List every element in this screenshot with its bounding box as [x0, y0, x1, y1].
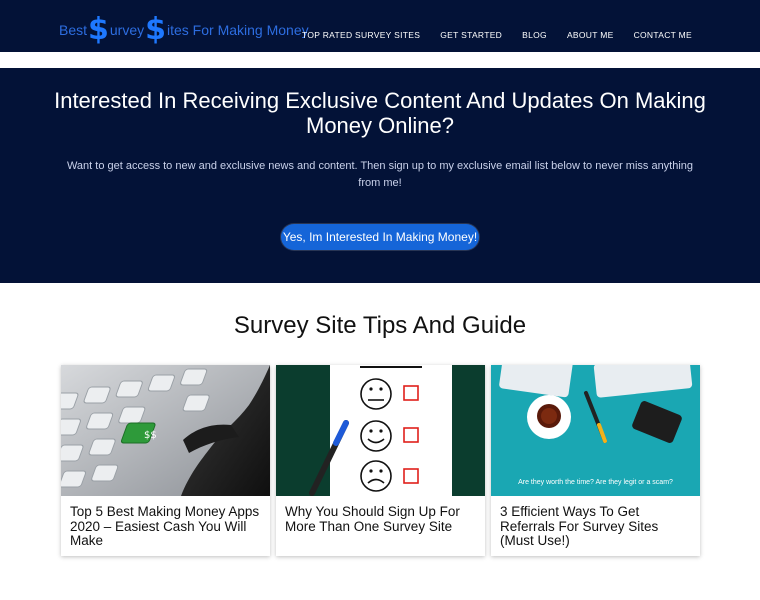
main-nav: TOP RATED SURVEY SITES GET STARTED BLOG …	[302, 30, 760, 40]
logo-dollar-icon-2: $	[145, 12, 166, 47]
nav-top-rated-survey-sites[interactable]: TOP RATED SURVEY SITES	[302, 30, 420, 40]
post-title[interactable]: 3 Efficient Ways To Get Referrals For Su…	[500, 504, 694, 549]
nav-contact-me[interactable]: CONTACT ME	[634, 30, 692, 40]
nav-about-me[interactable]: ABOUT ME	[567, 30, 614, 40]
thumbnail-caption: Are they worth the time? Are they legit …	[518, 479, 673, 486]
post-card[interactable]: $$ Top 5 Best Making Money Apps 2020 – E…	[61, 365, 270, 556]
nav-get-started[interactable]: GET STARTED	[440, 30, 502, 40]
post-card[interactable]: Are they worth the time? Are they legit …	[491, 365, 700, 556]
nav-blog[interactable]: BLOG	[522, 30, 547, 40]
post-thumbnail-survey[interactable]	[276, 365, 485, 496]
post-thumbnail-keyboard[interactable]: $$	[61, 365, 270, 496]
hero-title: Interested In Receiving Exclusive Conten…	[54, 88, 706, 138]
post-title[interactable]: Why You Should Sign Up For More Than One…	[285, 504, 479, 534]
section-title: Survey Site Tips And Guide	[233, 312, 527, 339]
logo-text-urvey: urvey	[109, 22, 145, 38]
logo-dollar-icon: $	[88, 12, 109, 47]
top-navbar: Best $ urvey $ ites For Making Money TOP…	[0, 0, 760, 52]
header-spacer	[0, 52, 760, 68]
post-thumbnail-desk[interactable]: Are they worth the time? Are they legit …	[491, 365, 700, 496]
post-title[interactable]: Top 5 Best Making Money Apps 2020 – Easi…	[70, 504, 264, 549]
signup-button[interactable]: Yes, Im Interested In Making Money!	[281, 224, 479, 250]
site-logo[interactable]: Best $ urvey $ ites For Making Money	[59, 14, 309, 46]
logo-text-best: Best	[59, 22, 88, 38]
svg-text:$$: $$	[144, 430, 157, 441]
logo-text-ites: ites For Making Money	[167, 22, 309, 38]
hero-text: Want to get access to new and exclusive …	[66, 160, 694, 189]
newsletter-hero: Interested In Receiving Exclusive Conten…	[0, 68, 760, 283]
post-card[interactable]: Why You Should Sign Up For More Than One…	[276, 365, 485, 556]
